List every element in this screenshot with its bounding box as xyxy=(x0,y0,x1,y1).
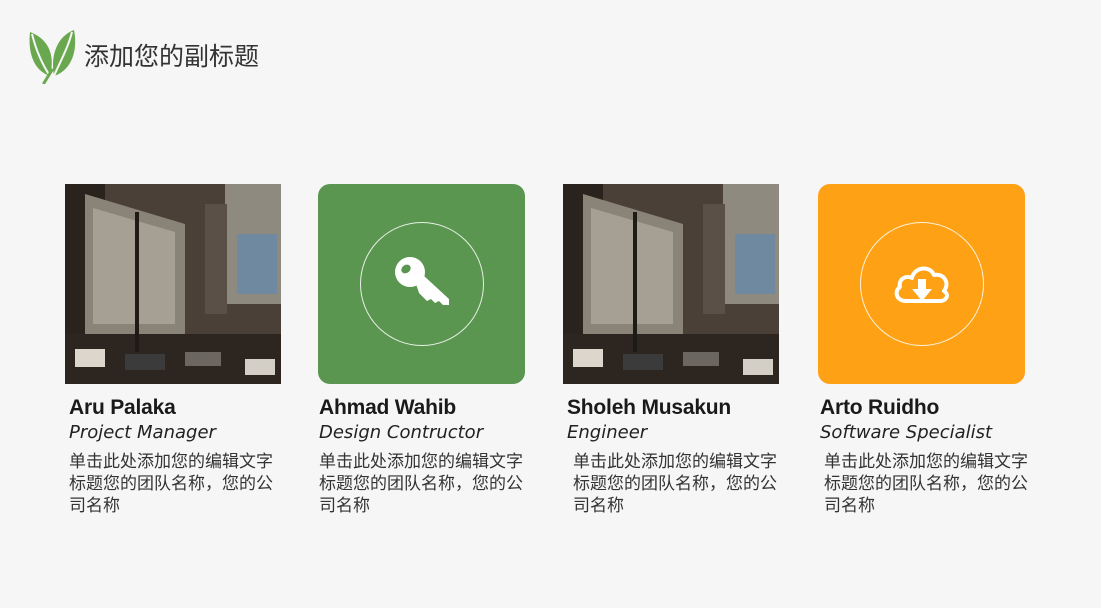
member-role: Engineer xyxy=(567,422,648,443)
member-role: Software Specialist xyxy=(820,422,993,443)
member-name: Ahmad Wahib xyxy=(319,396,457,419)
cloud-download-icon xyxy=(894,266,949,303)
member-role: Design Contructor xyxy=(319,422,484,443)
member-description: 单击此处添加您的编辑文字标题您的团队名称，您的公司名称 xyxy=(69,452,273,516)
member-name: Aru Palaka xyxy=(69,396,176,419)
city-street-photo xyxy=(563,184,779,384)
team-card: Aru Palaka Project Manager 单击此处添加您的编辑文字标… xyxy=(65,184,283,517)
member-name: Sholeh Musakun xyxy=(567,396,732,419)
team-card: Sholeh Musakun Engineer 单击此处添加您的编辑文字标题您的… xyxy=(563,184,781,517)
member-role: Project Manager xyxy=(69,422,216,443)
member-name: Arto Ruidho xyxy=(820,396,940,419)
tile-orange xyxy=(818,184,1025,384)
member-description: 单击此处添加您的编辑文字标题您的团队名称，您的公司名称 xyxy=(319,452,523,516)
member-description: 单击此处添加您的编辑文字标题您的团队名称，您的公司名称 xyxy=(824,452,1028,516)
city-street-photo xyxy=(65,184,281,384)
tile-green xyxy=(318,184,525,384)
member-description: 单击此处添加您的编辑文字标题您的团队名称，您的公司名称 xyxy=(573,452,777,516)
icon-ring xyxy=(359,222,484,346)
team-card: Ahmad Wahib Design Contructor 单击此处添加您的编辑… xyxy=(315,184,533,517)
leaf-icon xyxy=(29,30,76,84)
team-card: Arto Ruidho Software Specialist 单击此处添加您的… xyxy=(816,184,1034,517)
page-title: 添加您的副标题 xyxy=(84,42,260,71)
slide-header: 添加您的副标题 xyxy=(28,26,259,84)
key-icon xyxy=(394,257,449,305)
icon-ring xyxy=(859,222,984,346)
